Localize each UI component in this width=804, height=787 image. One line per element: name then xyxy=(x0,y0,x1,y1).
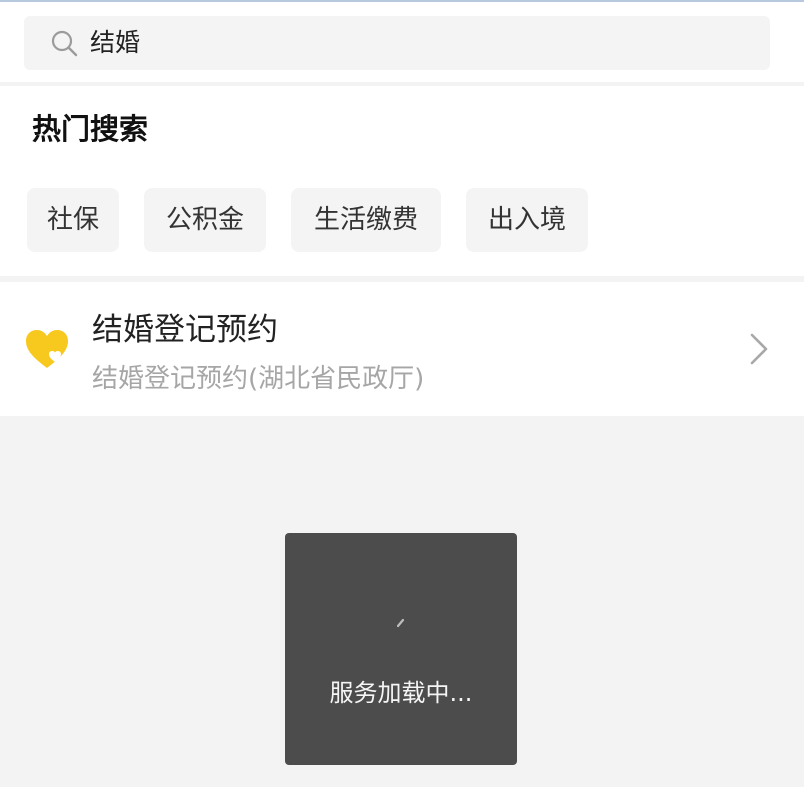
spinner-icon xyxy=(396,618,405,628)
result-title: 结婚登记预约 xyxy=(92,312,278,348)
hot-search-section: 热门搜索 社保 公积金 生活缴费 出入境 xyxy=(0,86,804,276)
search-bar: 结婚 xyxy=(0,2,804,82)
loading-text: 服务加载中... xyxy=(329,679,473,707)
search-input[interactable]: 结婚 xyxy=(24,16,770,70)
hot-search-chip[interactable]: 出入境 xyxy=(466,188,588,252)
heart-icon xyxy=(26,330,68,368)
search-icon xyxy=(51,30,78,57)
chevron-right-icon xyxy=(750,333,768,365)
hot-search-title: 热门搜索 xyxy=(32,112,149,146)
loading-toast: 服务加载中... xyxy=(285,533,517,765)
hot-search-chip[interactable]: 生活缴费 xyxy=(291,188,441,252)
search-input-value: 结婚 xyxy=(90,28,141,57)
search-result-item[interactable]: 结婚登记预约 结婚登记预约(湖北省民政厅) xyxy=(0,282,804,416)
hot-search-chip[interactable]: 社保 xyxy=(27,188,119,252)
hot-search-chip[interactable]: 公积金 xyxy=(144,188,266,252)
result-subtitle: 结婚登记预约(湖北省民政厅) xyxy=(92,364,425,394)
